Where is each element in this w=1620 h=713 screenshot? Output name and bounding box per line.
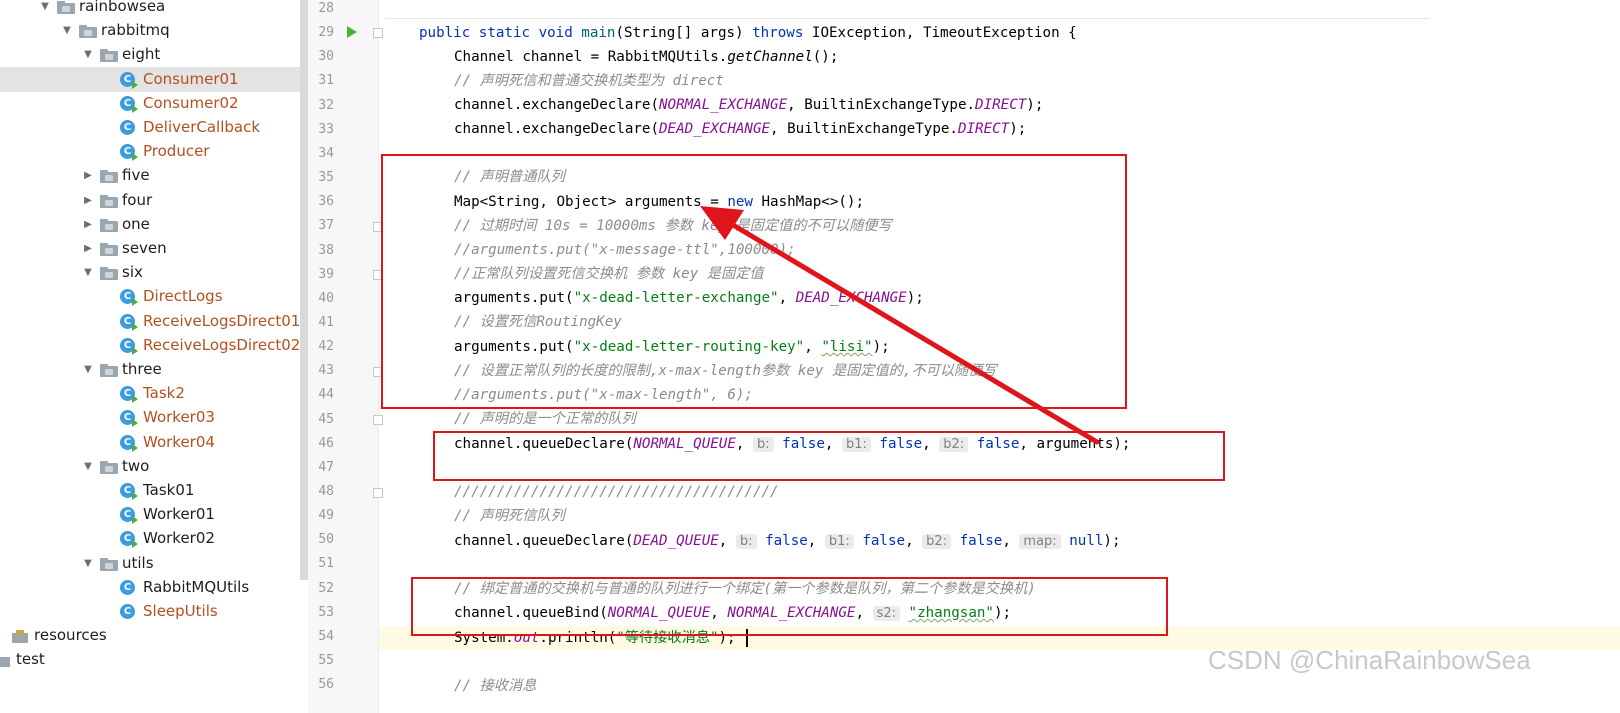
arrow-shaft xyxy=(725,219,1100,445)
arrow-head xyxy=(700,206,744,240)
watermark: CSDN @ChinaRainbowSea xyxy=(1208,645,1531,675)
annotation-arrow xyxy=(700,206,1100,445)
